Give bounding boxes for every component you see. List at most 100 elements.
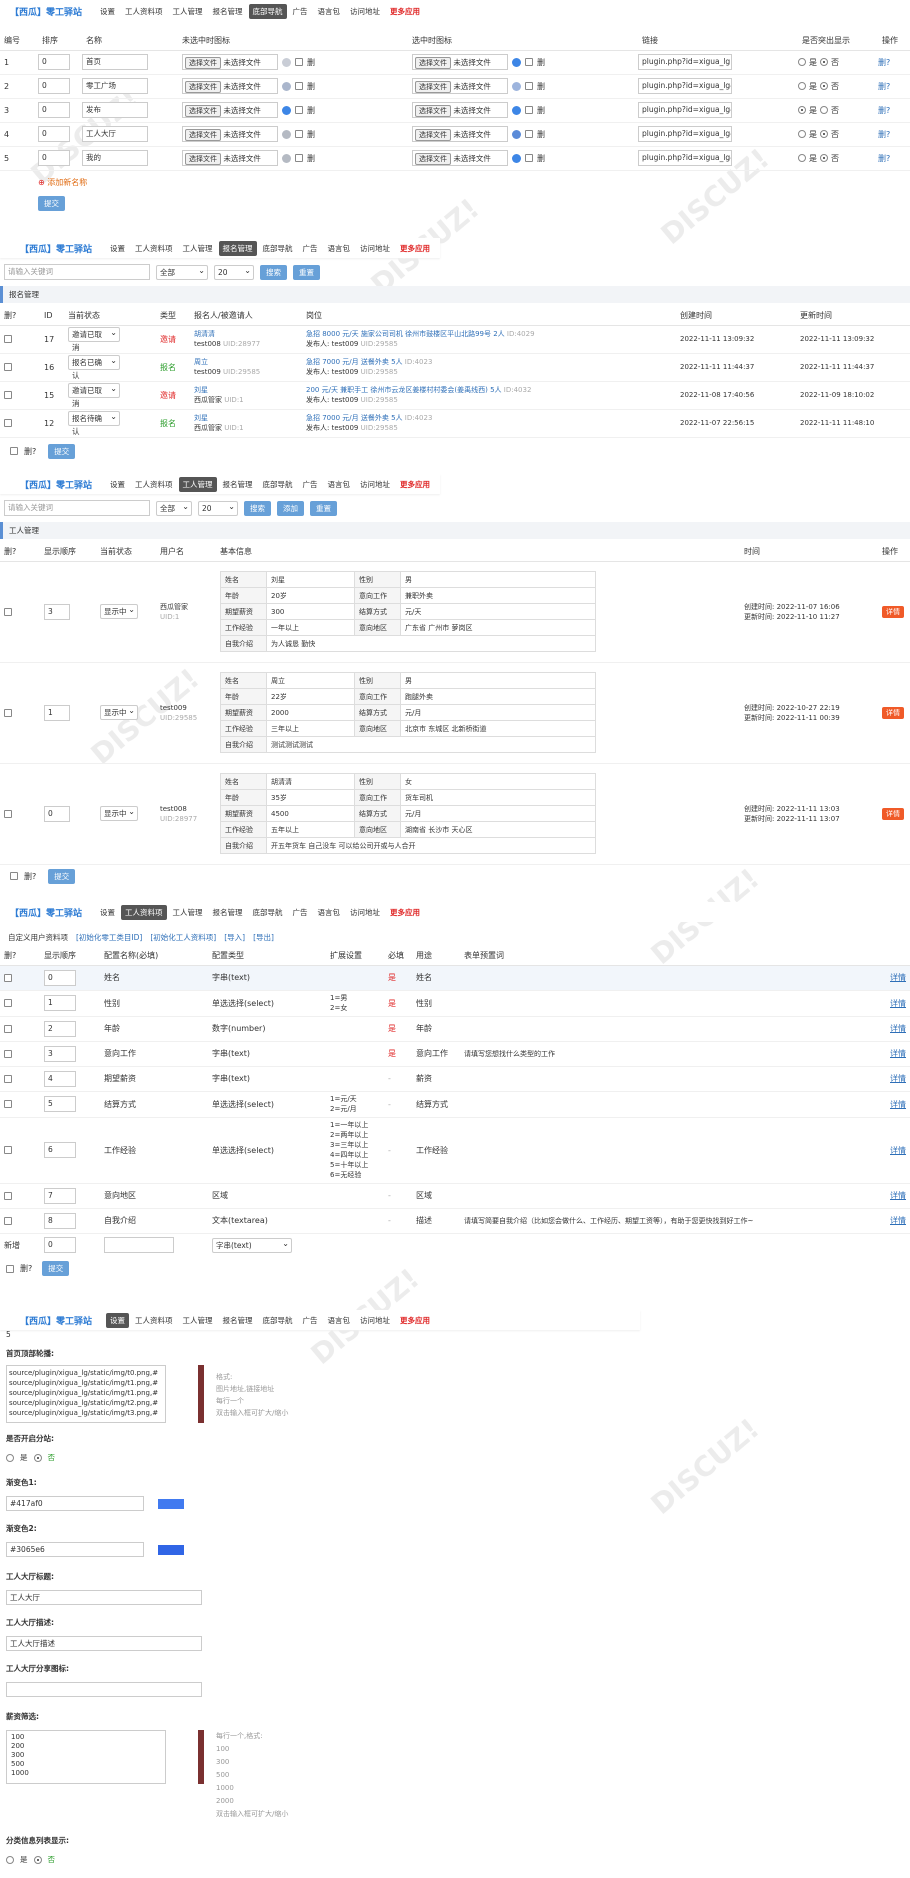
choose-file-button[interactable]: 选择文件 <box>185 57 221 69</box>
applicant-link[interactable]: 胡清清 <box>194 329 298 339</box>
file-picker[interactable]: 选择文件 未选择文件 <box>412 78 508 94</box>
name-input[interactable]: 零工广场 <box>82 78 148 94</box>
detail-button[interactable]: 详情 <box>882 807 904 820</box>
init-fields-link[interactable]: [初始化工人资料项] <box>150 932 216 943</box>
tab-settings[interactable]: 设置 <box>96 4 119 19</box>
choose-file-button[interactable]: 选择文件 <box>415 105 451 117</box>
choose-file-button[interactable]: 选择文件 <box>415 129 451 141</box>
order-input[interactable]: 3 <box>44 1045 76 1062</box>
name-input[interactable]: 首页 <box>82 54 148 70</box>
tab-language[interactable]: 语言包 <box>324 1313 355 1328</box>
order-input[interactable]: 7 <box>44 1187 76 1204</box>
file-picker[interactable]: 选择文件 未选择文件 <box>182 78 278 94</box>
choose-file-button[interactable]: 选择文件 <box>185 153 221 165</box>
row-checkbox[interactable] <box>4 809 12 818</box>
detail-link[interactable]: 详情 <box>890 999 906 1008</box>
order-input[interactable]: 5 <box>44 1096 76 1112</box>
detail-link[interactable]: 详情 <box>890 1024 906 1033</box>
delete-icon-checkbox[interactable] <box>525 82 533 90</box>
row-checkbox[interactable] <box>4 335 12 343</box>
submit-button[interactable]: 提交 <box>42 1261 70 1276</box>
delete-icon-checkbox[interactable] <box>525 154 533 162</box>
highlight-yes-radio[interactable] <box>798 154 806 162</box>
highlight-yes-radio[interactable] <box>798 130 806 138</box>
page-size-select[interactable]: 20 <box>214 264 254 280</box>
order-input[interactable]: 2 <box>44 1020 76 1037</box>
row-checkbox[interactable] <box>4 391 12 399</box>
highlight-no-radio[interactable] <box>820 130 828 138</box>
tab-worker-fields[interactable]: 工人资料项 <box>131 477 177 492</box>
detail-button[interactable]: 详情 <box>882 706 904 719</box>
more-apps-link[interactable]: 更多应用 <box>396 1313 434 1328</box>
applicant-link[interactable]: 刘星 <box>194 385 298 395</box>
share-no-radio[interactable] <box>33 1453 42 1462</box>
new-type-select[interactable]: 字串(text) <box>212 1237 292 1253</box>
status-select[interactable]: 邀请已取消 <box>68 326 120 352</box>
hall-title-input[interactable]: 工人大厅 <box>6 1590 202 1605</box>
file-picker[interactable]: 选择文件 未选择文件 <box>412 150 508 166</box>
tab-language[interactable]: 语言包 <box>314 4 345 19</box>
file-picker[interactable]: 选择文件 未选择文件 <box>182 126 278 142</box>
highlight-no-radio[interactable] <box>820 82 828 90</box>
tab-bottom-nav[interactable]: 底部导航 <box>248 3 287 19</box>
file-picker[interactable]: 选择文件 未选择文件 <box>182 102 278 118</box>
row-checkbox[interactable] <box>4 973 12 982</box>
tab-bottom-nav[interactable]: 底部导航 <box>259 477 297 492</box>
color1-input[interactable]: #417af0 <box>6 1496 144 1511</box>
tab-worker-fields[interactable]: 工人资料项 <box>121 904 167 920</box>
delete-icon-checkbox[interactable] <box>525 106 533 114</box>
add-button[interactable]: 添加 <box>277 500 304 516</box>
search-input[interactable]: 请输入关键词 <box>4 500 150 516</box>
row-checkbox[interactable] <box>4 1074 12 1083</box>
file-picker[interactable]: 选择文件 未选择文件 <box>412 102 508 118</box>
tab-settings[interactable]: 设置 <box>106 241 129 256</box>
status-select[interactable]: 报名待确认 <box>68 410 120 436</box>
export-link[interactable]: [导出] <box>253 932 274 943</box>
submit-button[interactable]: 提交 <box>38 195 65 211</box>
detail-link[interactable]: 详情 <box>890 1049 906 1058</box>
tab-access-url[interactable]: 访问地址 <box>346 4 384 19</box>
search-button[interactable]: 搜索 <box>260 264 287 280</box>
status-select[interactable]: 显示中 <box>100 805 138 821</box>
select-all-checkbox[interactable] <box>10 447 18 455</box>
status-filter[interactable]: 全部 <box>156 264 208 280</box>
tab-ads[interactable]: 广告 <box>289 4 312 19</box>
tab-ads[interactable]: 广告 <box>289 905 312 920</box>
highlight-yes-radio[interactable] <box>798 106 806 114</box>
name-input[interactable]: 发布 <box>82 102 148 118</box>
tab-language[interactable]: 语言包 <box>324 477 355 492</box>
highlight-no-radio[interactable] <box>820 106 828 114</box>
row-checkbox[interactable] <box>4 1216 12 1225</box>
order-input[interactable]: 3 <box>44 603 70 620</box>
order-input[interactable]: 1 <box>44 995 76 1011</box>
category-no-radio[interactable] <box>33 1855 42 1864</box>
tab-bottom-nav[interactable]: 底部导航 <box>249 905 287 920</box>
delete-link[interactable]: 删? <box>878 129 890 140</box>
hall-icon-input[interactable] <box>6 1682 202 1697</box>
color2-swatch[interactable] <box>158 1544 184 1555</box>
tab-access-url[interactable]: 访问地址 <box>356 1313 394 1328</box>
tab-signup-manage[interactable]: 报名管理 <box>219 477 257 492</box>
tab-signup-manage[interactable]: 报名管理 <box>218 240 257 256</box>
detail-link[interactable]: 详情 <box>890 1191 906 1200</box>
order-input[interactable]: 8 <box>44 1212 76 1229</box>
delete-link[interactable]: 删? <box>878 57 890 68</box>
order-input[interactable]: 0 <box>38 78 70 94</box>
row-checkbox[interactable] <box>4 999 12 1007</box>
delete-icon-checkbox[interactable] <box>295 154 303 162</box>
tab-worker-fields[interactable]: 工人资料项 <box>131 241 177 256</box>
add-new-link[interactable]: 添加新名称 <box>47 178 87 187</box>
more-apps-link[interactable]: 更多应用 <box>396 477 434 492</box>
name-input[interactable]: 工人大厅 <box>82 126 148 142</box>
submit-button[interactable]: 提交 <box>48 868 76 884</box>
search-button[interactable]: 搜索 <box>244 500 271 516</box>
name-input[interactable]: 我的 <box>82 150 148 166</box>
status-select[interactable]: 报名已确认 <box>68 354 120 380</box>
delete-icon-checkbox[interactable] <box>295 106 303 114</box>
status-select[interactable]: 显示中 <box>100 704 138 720</box>
tab-bottom-nav[interactable]: 底部导航 <box>259 1313 297 1328</box>
tab-worker-manage[interactable]: 工人管理 <box>169 905 207 920</box>
link-input[interactable]: plugin.php?id=xigua_lg& <box>638 102 732 118</box>
submit-button[interactable]: 提交 <box>48 443 76 459</box>
order-input[interactable]: 0 <box>38 150 70 166</box>
